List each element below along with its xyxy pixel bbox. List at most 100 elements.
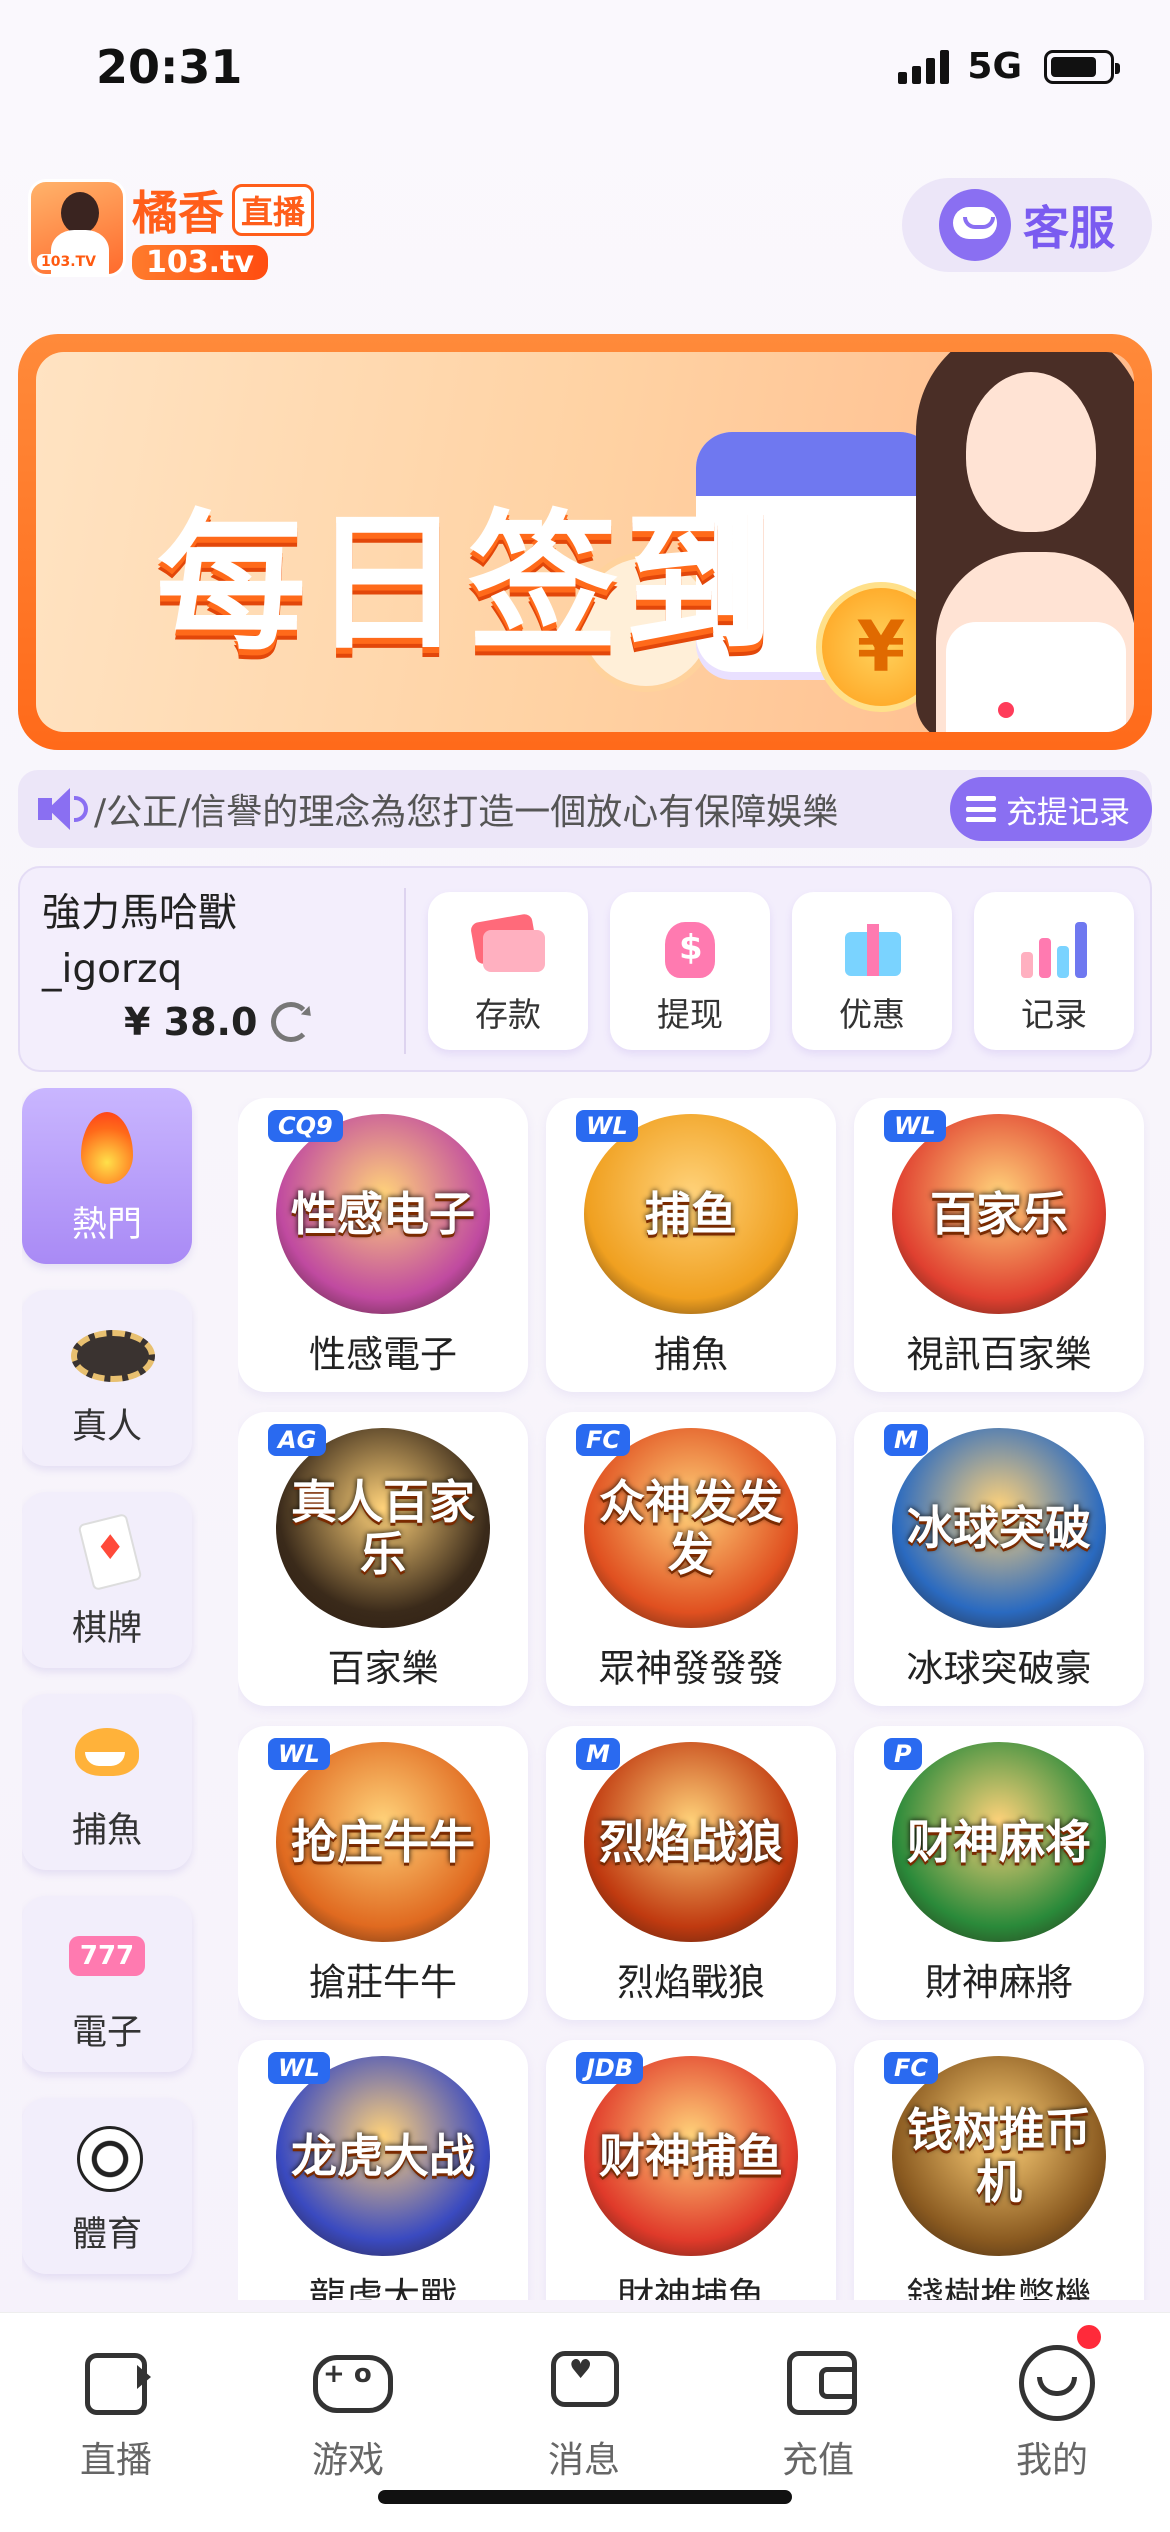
provider-badge: P — [884, 1738, 922, 1770]
username: 強力馬哈獸 _igorzq — [42, 886, 402, 998]
tab-live[interactable]: 直播 — [26, 2343, 206, 2483]
tab-label: 游戏 — [311, 2440, 384, 2481]
game-card[interactable]: 捕鱼 WL 捕魚 — [546, 1098, 836, 1392]
logo-brand: 橘香 — [132, 185, 224, 240]
tab-messages[interactable]: 消息 — [494, 2343, 674, 2483]
game-card[interactable]: 财神捕鱼 JDB 財神捕魚 — [546, 2040, 836, 2300]
game-card[interactable]: 烈焰战狼 M 烈焰戰狼 — [546, 1726, 836, 2020]
deposit-withdraw-record-button[interactable]: 充提记录 — [950, 777, 1152, 841]
records-button[interactable]: 记录 — [974, 892, 1134, 1050]
speaker-icon — [18, 770, 94, 848]
deposit-label: 存款 — [475, 995, 541, 1034]
game-name: 冰球突破豪 — [906, 1647, 1092, 1690]
category-label: 熱門 — [71, 1204, 142, 1245]
game-card[interactable]: 众神发发发 FC 眾神發發發 — [546, 1412, 836, 1706]
game-name: 財神捕魚 — [617, 2275, 765, 2300]
game-card[interactable]: 百家乐 WL 視訊百家樂 — [854, 1098, 1144, 1392]
game-name: 視訊百家樂 — [906, 1333, 1092, 1376]
promotions-button[interactable]: 优惠 — [792, 892, 952, 1050]
game-card[interactable]: 财神麻将 P 財神麻將 — [854, 1726, 1144, 2020]
game-art-title: 抢庄牛牛 — [291, 1815, 475, 1869]
category-sports[interactable]: 體育 — [22, 2098, 192, 2274]
logo-live: 直播 — [232, 183, 315, 236]
promo-banner[interactable]: ¥ 每日签到 — [18, 334, 1152, 750]
game-thumbnail: 真人百家乐 — [276, 1428, 490, 1628]
game-card[interactable]: 真人百家乐 AG 百家樂 — [238, 1412, 528, 1706]
app-logo[interactable]: 103.TV 橘香 直播 103.tv — [28, 178, 348, 280]
banner-dot[interactable] — [1028, 702, 1044, 718]
category-slots[interactable]: 電子 — [22, 1896, 192, 2072]
provider-badge: WL — [576, 1110, 638, 1142]
game-name: 性感電子 — [309, 1333, 457, 1376]
tab-recharge[interactable]: 充值 — [728, 2343, 908, 2483]
provider-badge: WL — [884, 1110, 946, 1142]
balance-value: ¥ 38.0 — [124, 1000, 258, 1044]
game-name: 錢樹推幣機 — [906, 2275, 1092, 2300]
category-hot[interactable]: 熱門 — [22, 1088, 192, 1264]
promotions-label: 优惠 — [839, 995, 905, 1034]
category-live[interactable]: 真人 — [22, 1290, 192, 1466]
home-indicator[interactable] — [378, 2490, 792, 2504]
game-art-title: 捕鱼 — [645, 1187, 737, 1241]
customer-service-label: 客服 — [1023, 201, 1115, 255]
tab-games[interactable]: 游戏 — [258, 2343, 438, 2483]
status-icons: 5G — [898, 46, 1120, 87]
game-grid: 性感电子 CQ9 性感電子 捕鱼 WL 捕魚 百家乐 WL 視訊百家樂 真人百家乐 AG 百家樂 众神发… — [238, 1098, 1150, 2300]
gamepad-icon — [311, 2343, 393, 2413]
provider-badge: CQ9 — [268, 1110, 343, 1142]
game-art-title: 财神捕鱼 — [599, 2129, 783, 2183]
announcement-bar[interactable]: /公正/信譽的理念為您打造一個放心有保障娛樂 充提记录 — [18, 770, 1152, 848]
slot-machine-icon — [67, 1914, 147, 1994]
game-name: 財神麻將 — [925, 1961, 1073, 2004]
game-name: 百家樂 — [327, 1647, 439, 1690]
provider-badge: WL — [268, 2052, 330, 2084]
game-card[interactable]: 钱树推币机 FC 錢樹推幣機 — [854, 2040, 1144, 2300]
logo-avatar: 103.TV — [28, 179, 126, 277]
banner-pagination[interactable] — [998, 702, 1104, 718]
list-icon — [966, 796, 996, 822]
customer-service-button[interactable]: 客服 — [902, 178, 1152, 272]
banner-dot[interactable] — [998, 702, 1014, 718]
battery-icon — [1044, 49, 1120, 84]
username-line-2: _igorzq — [42, 947, 183, 992]
signal-icon — [898, 49, 950, 84]
game-thumbnail: 财神捕鱼 — [584, 2056, 798, 2256]
provider-badge: JDB — [576, 2052, 644, 2084]
game-name: 捕魚 — [654, 1333, 728, 1376]
logo-tag: 103.TV — [37, 254, 100, 270]
category-label: 真人 — [71, 1406, 142, 1447]
poker-card-icon — [67, 1510, 147, 1590]
tab-profile[interactable]: 我的 — [962, 2343, 1142, 2483]
game-card[interactable]: 抢庄牛牛 WL 搶莊牛牛 — [238, 1726, 528, 2020]
category-label: 體育 — [71, 2214, 142, 2255]
game-card[interactable]: 龙虎大战 WL 龍虎大戰 — [238, 2040, 528, 2300]
tab-label: 充值 — [781, 2440, 854, 2481]
category-cards[interactable]: 棋牌 — [22, 1492, 192, 1668]
game-thumbnail: 捕鱼 — [584, 1114, 798, 1314]
username-line-1: 強力馬哈獸 — [42, 891, 238, 936]
withdraw-button[interactable]: 提现 — [610, 892, 770, 1050]
game-name: 搶莊牛牛 — [309, 1961, 457, 2004]
category-label: 捕魚 — [71, 1810, 142, 1851]
game-thumbnail: 冰球突破 — [892, 1428, 1106, 1628]
game-art-title: 性感电子 — [291, 1187, 475, 1241]
deposit-button[interactable]: 存款 — [428, 892, 588, 1050]
game-card[interactable]: 性感电子 CQ9 性感電子 — [238, 1098, 528, 1392]
profile-icon — [1015, 2343, 1095, 2421]
game-thumbnail: 百家乐 — [892, 1114, 1106, 1314]
banner-model-image — [906, 352, 1134, 732]
banner-dot[interactable] — [1088, 702, 1104, 718]
game-card[interactable]: 冰球突破 M 冰球突破豪 — [854, 1412, 1144, 1706]
chip-icon — [67, 1308, 155, 1388]
category-fishing[interactable]: 捕魚 — [22, 1694, 192, 1870]
refresh-icon[interactable] — [271, 1002, 312, 1042]
money-bag-icon — [651, 908, 729, 978]
wallet-icon — [781, 2343, 857, 2415]
banner-dot[interactable] — [1058, 702, 1074, 718]
logo-domain: 103.tv — [132, 244, 268, 280]
network-type: 5G — [967, 46, 1022, 87]
provider-badge: FC — [576, 1424, 631, 1456]
game-art-title: 财神麻将 — [907, 1815, 1091, 1869]
gift-icon — [833, 908, 911, 978]
category-label: 棋牌 — [71, 1608, 142, 1649]
